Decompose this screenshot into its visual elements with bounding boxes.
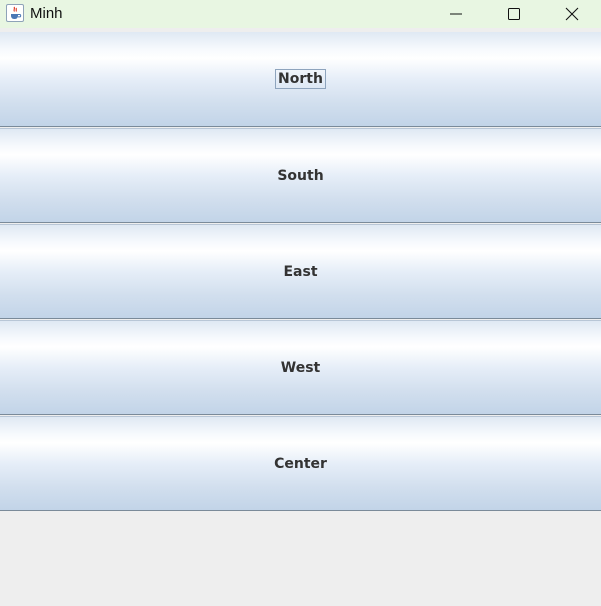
minimize-button[interactable]	[427, 0, 485, 28]
north-button-label: North	[275, 69, 326, 89]
east-button[interactable]: East	[0, 224, 601, 319]
north-button[interactable]: North	[0, 32, 601, 127]
south-button-label: South	[277, 167, 324, 184]
maximize-icon	[508, 8, 520, 20]
south-button[interactable]: South	[0, 128, 601, 223]
maximize-button[interactable]	[485, 0, 543, 28]
title-bar: Minh	[0, 0, 601, 28]
center-button-label: Center	[274, 455, 327, 472]
java-cup-icon	[6, 4, 24, 22]
minimize-icon	[450, 13, 462, 15]
west-button[interactable]: West	[0, 320, 601, 415]
close-icon	[565, 7, 579, 21]
window-title: Minh	[30, 5, 63, 22]
west-button-label: West	[280, 359, 321, 376]
border-layout-panel: North South East West Center	[0, 32, 601, 511]
center-button[interactable]: Center	[0, 416, 601, 511]
close-button[interactable]	[543, 0, 601, 28]
east-button-label: East	[283, 263, 318, 280]
